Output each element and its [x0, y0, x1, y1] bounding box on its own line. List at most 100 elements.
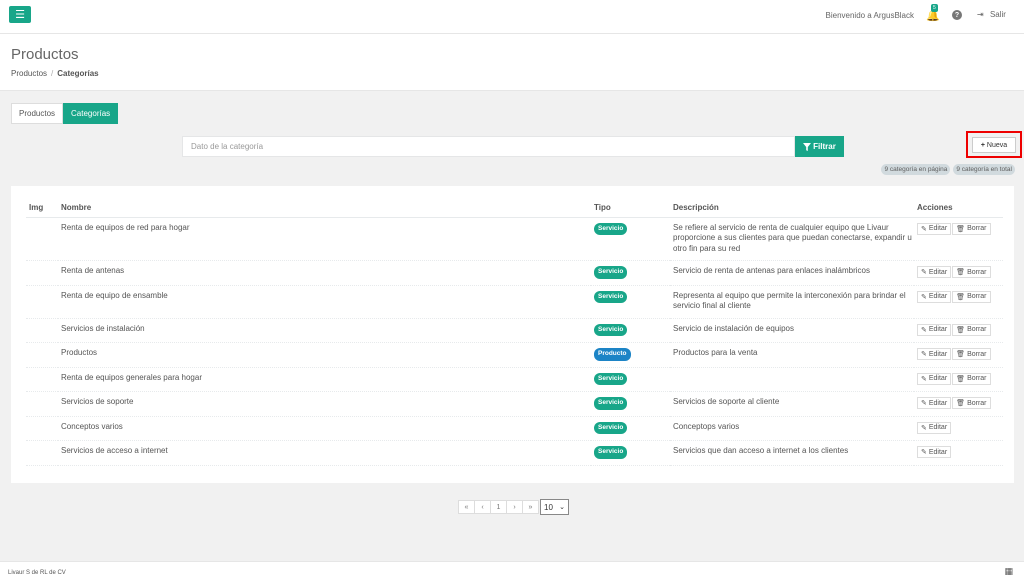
row-nombre: Servicios de soporte — [58, 391, 591, 417]
row-img-cell — [26, 416, 58, 441]
row-tipo-cell: Servicio — [591, 217, 670, 261]
delete-label: Borrar — [967, 399, 987, 407]
sign-out-icon: ⇥ — [977, 10, 984, 19]
breadcrumb-separator: / — [51, 69, 54, 78]
table-row: Renta de antenas Servicio Servicio de rent… — [26, 260, 1003, 286]
row-descripcion: Se refiere al servicio de renta de cualq… — [670, 217, 914, 261]
row-nombre: Renta de equipos de red para hogar — [58, 217, 591, 261]
delete-button[interactable]: 🗑 Borrar — [952, 266, 991, 278]
pagination: « ‹ 1 › » — [458, 500, 539, 514]
column-header-nombre: Nombre — [58, 198, 591, 218]
edit-button[interactable]: ✎ Editar — [917, 290, 952, 303]
row-actions-cell: ✎ Editar — [914, 416, 1003, 441]
top-navbar: ☰ Bienvenido a ArgusBlack 🔔 5 ? ⇥ Salir — [0, 0, 1024, 34]
edit-button[interactable]: ✎ Editar — [917, 372, 952, 385]
row-nombre: Renta de antenas — [58, 260, 591, 286]
type-badge: Servicio — [594, 266, 628, 279]
row-tipo-cell: Servicio — [591, 318, 670, 343]
row-descripcion: Servicios de soporte al cliente — [670, 391, 914, 417]
delete-button[interactable]: 🗑 Borrar — [952, 323, 991, 336]
edit-label: Editar — [928, 399, 948, 407]
plus-icon: + — [980, 141, 985, 149]
edit-button[interactable]: ✎ Editar — [917, 266, 952, 278]
delete-button[interactable]: 🗑 Borrar — [952, 372, 991, 385]
edit-icon: ✎ — [921, 326, 927, 334]
edit-label: Editar — [928, 326, 948, 333]
trash-icon: 🗑 — [956, 269, 966, 276]
table-row: Renta de equipos generales para hogar Ser… — [26, 367, 1003, 392]
footer-company: Livaur S de RL de CV — [8, 570, 66, 576]
new-button-label: Nueva — [986, 141, 1008, 149]
delete-button[interactable]: 🗑 Borrar — [952, 348, 991, 360]
tab-categorias[interactable]: Categorías — [63, 103, 119, 124]
row-actions-cell: ✎ Editar — [914, 440, 1003, 466]
help-icon[interactable]: ? — [952, 10, 962, 20]
edit-button[interactable]: ✎ Editar — [917, 348, 952, 360]
row-tipo-cell: Servicio — [591, 367, 670, 392]
trash-icon: 🗑 — [956, 293, 966, 301]
logout-link[interactable]: ⇥ Salir — [977, 10, 1006, 19]
row-nombre: Conceptos varios — [58, 416, 591, 441]
type-badge: Servicio — [594, 421, 628, 434]
type-badge: Servicio — [594, 446, 628, 459]
row-descripcion: Servicio de renta de antenas para enlace… — [670, 260, 914, 286]
row-tipo-cell: Servicio — [591, 391, 670, 417]
edit-label: Editar — [928, 293, 948, 300]
breadcrumb-productos[interactable]: Productos — [11, 69, 47, 78]
delete-label: Borrar — [967, 268, 987, 276]
page-title: Productos — [11, 46, 79, 63]
table-row: Renta de equipos de red para hogar Servic… — [26, 217, 1003, 261]
new-category-button[interactable]: + Nueva — [972, 137, 1016, 153]
row-img-cell — [26, 260, 58, 286]
table-row: Productos Producto Productos para la venta… — [26, 342, 1003, 368]
edit-button[interactable]: ✎ Editar — [917, 421, 952, 434]
table-body: Renta de equipos de red para hogar Servic… — [26, 217, 1003, 466]
column-header-tipo: Tipo — [591, 198, 670, 218]
table-row: Servicios de acceso a internet Servicio Se… — [26, 440, 1003, 466]
footer: Livaur S de RL de CV ▦ — [0, 561, 1024, 578]
menu-toggle-button[interactable]: ☰ — [9, 6, 31, 23]
pagination-next[interactable]: › — [506, 500, 523, 514]
delete-button[interactable]: 🗑 Borrar — [952, 397, 991, 409]
edit-icon: ✎ — [921, 424, 927, 432]
filter-icon — [803, 142, 812, 151]
row-tipo-cell: Servicio — [591, 440, 670, 466]
search-input[interactable] — [182, 136, 795, 157]
pagination-prev[interactable]: ‹ — [474, 500, 491, 514]
delete-button[interactable]: 🗑 Borrar — [952, 290, 991, 303]
row-actions-cell: ✎ Editar 🗑 Borrar — [914, 260, 1003, 286]
table-row: Servicios de instalación Servicio Servicio… — [26, 318, 1003, 343]
edit-button[interactable]: ✎ Editar — [917, 222, 952, 235]
edit-icon: ✎ — [921, 375, 927, 383]
calculator-icon[interactable]: ▦ — [1004, 566, 1013, 577]
count-total-badge: 9 categoría en total — [953, 164, 1015, 175]
page-heading: Productos Productos / Categorías — [0, 34, 1024, 91]
trash-icon: 🗑 — [956, 400, 966, 407]
edit-button[interactable]: ✎ Editar — [917, 397, 952, 409]
per-page-select[interactable]: 10 ⌄ — [540, 499, 569, 515]
edit-label: Editar — [928, 225, 948, 232]
filter-button[interactable]: Filtrar — [795, 136, 844, 157]
breadcrumb: Productos / Categorías — [11, 69, 99, 78]
pagination-last[interactable]: » — [522, 500, 539, 514]
table-header-row: Img Nombre Tipo Descripción Acciones — [26, 198, 1003, 218]
edit-button[interactable]: ✎ Editar — [917, 446, 952, 458]
trash-icon: 🗑 — [956, 225, 966, 233]
count-badges: 9 categoría en página 9 categoría en tot… — [881, 164, 1015, 175]
delete-button[interactable]: 🗑 Borrar — [952, 222, 991, 235]
delete-label: Borrar — [967, 350, 987, 358]
edit-label: Editar — [928, 448, 948, 456]
pagination-page-1[interactable]: 1 — [490, 500, 507, 514]
row-nombre: Productos — [58, 342, 591, 368]
edit-button[interactable]: ✎ Editar — [917, 323, 952, 336]
row-img-cell — [26, 342, 58, 368]
row-nombre: Servicios de acceso a internet — [58, 440, 591, 466]
row-img-cell — [26, 367, 58, 392]
chevron-down-icon: ⌄ — [559, 504, 565, 511]
row-img-cell — [26, 217, 58, 261]
pagination-first[interactable]: « — [458, 500, 475, 514]
row-tipo-cell: Servicio — [591, 285, 670, 319]
tab-productos[interactable]: Productos — [11, 103, 64, 124]
delete-label: Borrar — [967, 225, 987, 232]
count-on-page-badge: 9 categoría en página — [881, 164, 951, 175]
